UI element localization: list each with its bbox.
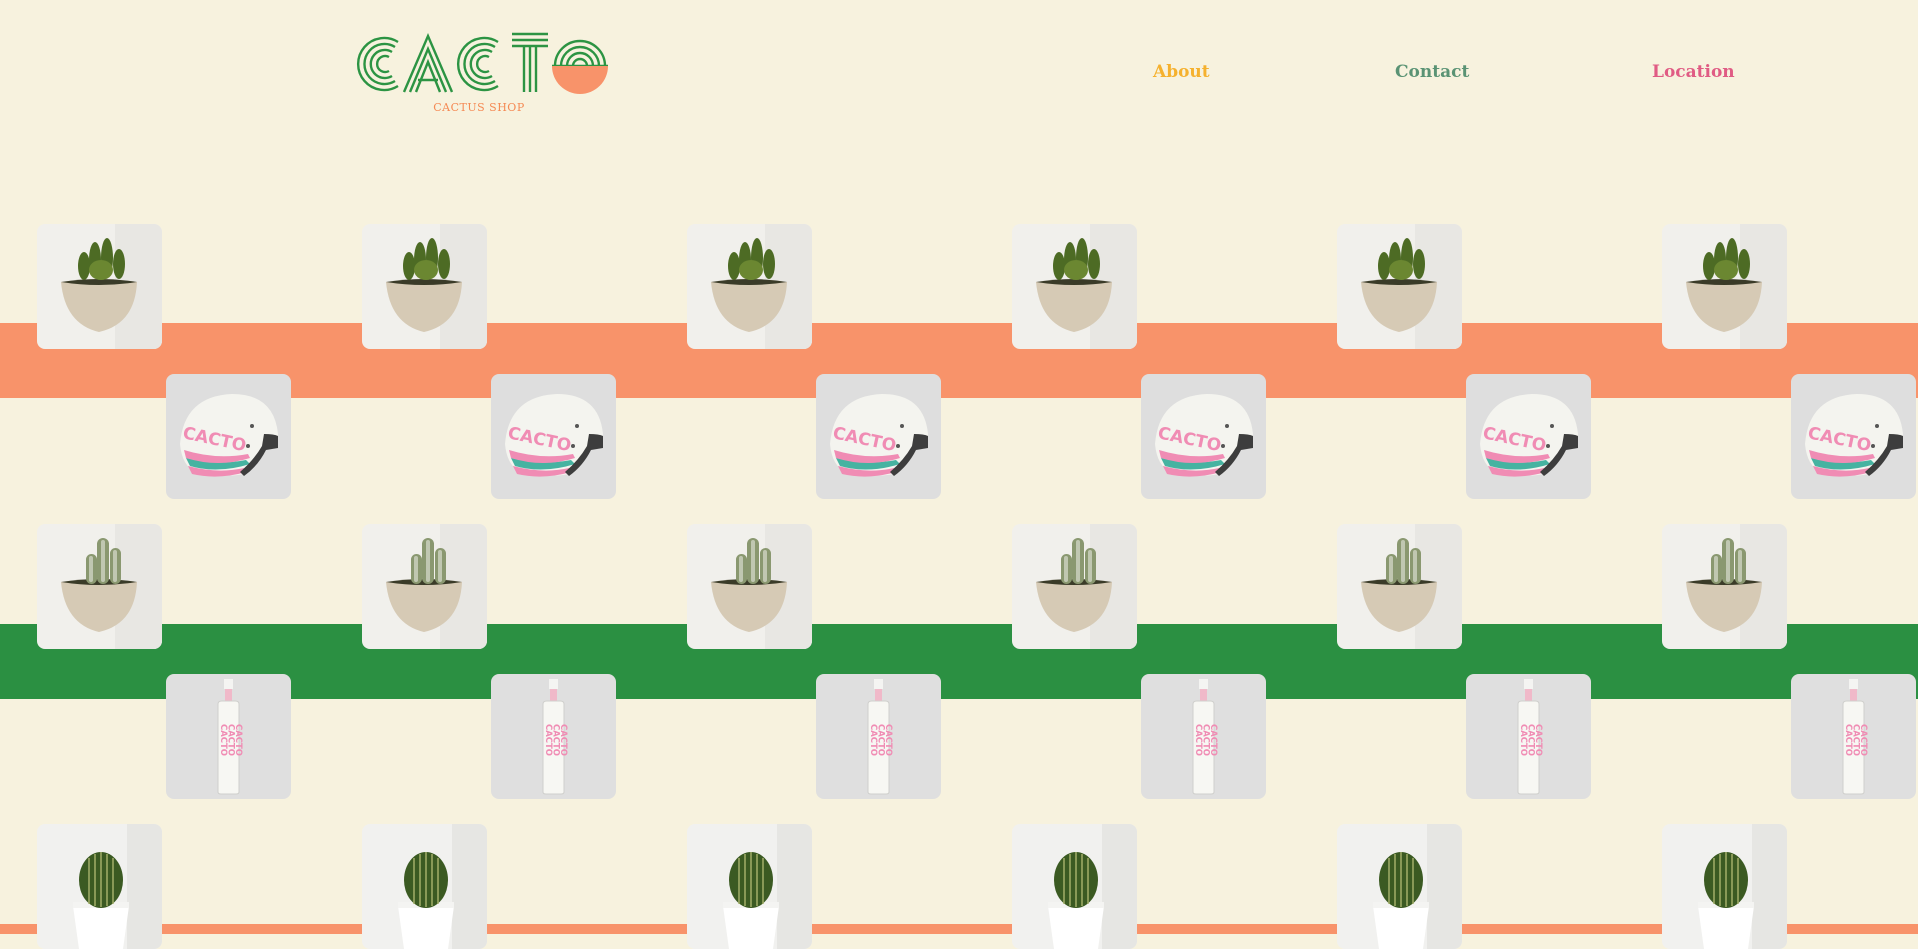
product-tile-bushy-cactus-in-beige-pot[interactable] xyxy=(687,224,812,349)
svg-text:CACTO: CACTO xyxy=(1208,724,1218,756)
svg-text:CACTO: CACTO xyxy=(868,724,878,756)
product-tile-cacto-motorcycle-helmet[interactable]: CACTO xyxy=(491,374,616,499)
cacto-bottle-image: CACTO CACTO CACTO xyxy=(166,674,291,799)
tall-cactus-pot-image xyxy=(1662,524,1787,649)
cacto-helmet-image: CACTO xyxy=(816,374,941,499)
svg-text:CACTO: CACTO xyxy=(1858,724,1868,756)
bushy-cactus-pot-image xyxy=(1337,224,1462,349)
cacto-helmet-image: CACTO xyxy=(166,374,291,499)
product-tile-bushy-cactus-in-beige-pot[interactable] xyxy=(37,224,162,349)
product-tile-cacto-spray-bottle[interactable]: CACTO CACTO CACTO xyxy=(1141,674,1266,799)
product-tile-bushy-cactus-in-beige-pot[interactable] xyxy=(1012,224,1137,349)
svg-text:CACTO: CACTO xyxy=(883,724,893,756)
product-tile-bushy-cactus-in-beige-pot[interactable] xyxy=(1662,224,1787,349)
product-tile-round-cactus-in-white-pot[interactable] xyxy=(37,824,162,949)
product-tile-tall-cactus-in-beige-pot[interactable] xyxy=(37,524,162,649)
svg-text:CACTO: CACTO xyxy=(1843,724,1853,756)
round-cactus-pot-image xyxy=(362,824,487,949)
tall-cactus-pot-image xyxy=(1012,524,1137,649)
tall-cactus-pot-image xyxy=(362,524,487,649)
svg-text:CACTO: CACTO xyxy=(1533,724,1543,756)
round-cactus-pot-image xyxy=(687,824,812,949)
product-tile-cacto-motorcycle-helmet[interactable]: CACTO xyxy=(166,374,291,499)
bushy-cactus-pot-image xyxy=(687,224,812,349)
cacto-bottle-image: CACTO CACTO CACTO xyxy=(491,674,616,799)
product-tile-bushy-cactus-in-beige-pot[interactable] xyxy=(362,224,487,349)
tall-cactus-pot-image xyxy=(37,524,162,649)
product-tile-cacto-motorcycle-helmet[interactable]: CACTO xyxy=(816,374,941,499)
product-tile-cacto-spray-bottle[interactable]: CACTO CACTO CACTO xyxy=(491,674,616,799)
product-tile-cacto-motorcycle-helmet[interactable]: CACTO xyxy=(1791,374,1916,499)
cacto-helmet-image: CACTO xyxy=(1791,374,1916,499)
product-tile-cacto-motorcycle-helmet[interactable]: CACTO xyxy=(1466,374,1591,499)
round-cactus-pot-image xyxy=(37,824,162,949)
cacto-bottle-image: CACTO CACTO CACTO xyxy=(1141,674,1266,799)
product-tile-round-cactus-in-white-pot[interactable] xyxy=(687,824,812,949)
round-cactus-pot-image xyxy=(1337,824,1462,949)
product-tile-cacto-spray-bottle[interactable]: CACTO CACTO CACTO xyxy=(166,674,291,799)
svg-text:CACTO: CACTO xyxy=(233,724,243,756)
product-tile-bushy-cactus-in-beige-pot[interactable] xyxy=(1337,224,1462,349)
product-tile-cacto-motorcycle-helmet[interactable]: CACTO xyxy=(1141,374,1266,499)
product-tile-cacto-spray-bottle[interactable]: CACTO CACTO CACTO xyxy=(816,674,941,799)
tall-cactus-pot-image xyxy=(687,524,812,649)
product-tile-tall-cactus-in-beige-pot[interactable] xyxy=(1662,524,1787,649)
tall-cactus-pot-image xyxy=(1337,524,1462,649)
product-grid: CACTO CACTO CACTO CACTO CACTO CACTO CACT… xyxy=(0,0,1918,949)
cacto-helmet-image: CACTO xyxy=(491,374,616,499)
product-tile-tall-cactus-in-beige-pot[interactable] xyxy=(362,524,487,649)
svg-text:CACTO: CACTO xyxy=(1193,724,1203,756)
product-tile-round-cactus-in-white-pot[interactable] xyxy=(1012,824,1137,949)
cacto-bottle-image: CACTO CACTO CACTO xyxy=(1466,674,1591,799)
product-tile-tall-cactus-in-beige-pot[interactable] xyxy=(1012,524,1137,649)
bushy-cactus-pot-image xyxy=(1012,224,1137,349)
bushy-cactus-pot-image xyxy=(362,224,487,349)
bushy-cactus-pot-image xyxy=(37,224,162,349)
svg-text:CACTO: CACTO xyxy=(218,724,228,756)
round-cactus-pot-image xyxy=(1012,824,1137,949)
product-tile-round-cactus-in-white-pot[interactable] xyxy=(1662,824,1787,949)
cacto-helmet-image: CACTO xyxy=(1141,374,1266,499)
product-tile-tall-cactus-in-beige-pot[interactable] xyxy=(1337,524,1462,649)
round-cactus-pot-image xyxy=(1662,824,1787,949)
svg-text:CACTO: CACTO xyxy=(1518,724,1528,756)
product-tile-cacto-spray-bottle[interactable]: CACTO CACTO CACTO xyxy=(1466,674,1591,799)
svg-text:CACTO: CACTO xyxy=(558,724,568,756)
product-tile-cacto-spray-bottle[interactable]: CACTO CACTO CACTO xyxy=(1791,674,1916,799)
product-tile-round-cactus-in-white-pot[interactable] xyxy=(1337,824,1462,949)
cacto-bottle-image: CACTO CACTO CACTO xyxy=(1791,674,1916,799)
product-tile-round-cactus-in-white-pot[interactable] xyxy=(362,824,487,949)
cacto-bottle-image: CACTO CACTO CACTO xyxy=(816,674,941,799)
cacto-helmet-image: CACTO xyxy=(1466,374,1591,499)
svg-text:CACTO: CACTO xyxy=(543,724,553,756)
bushy-cactus-pot-image xyxy=(1662,224,1787,349)
product-tile-tall-cactus-in-beige-pot[interactable] xyxy=(687,524,812,649)
